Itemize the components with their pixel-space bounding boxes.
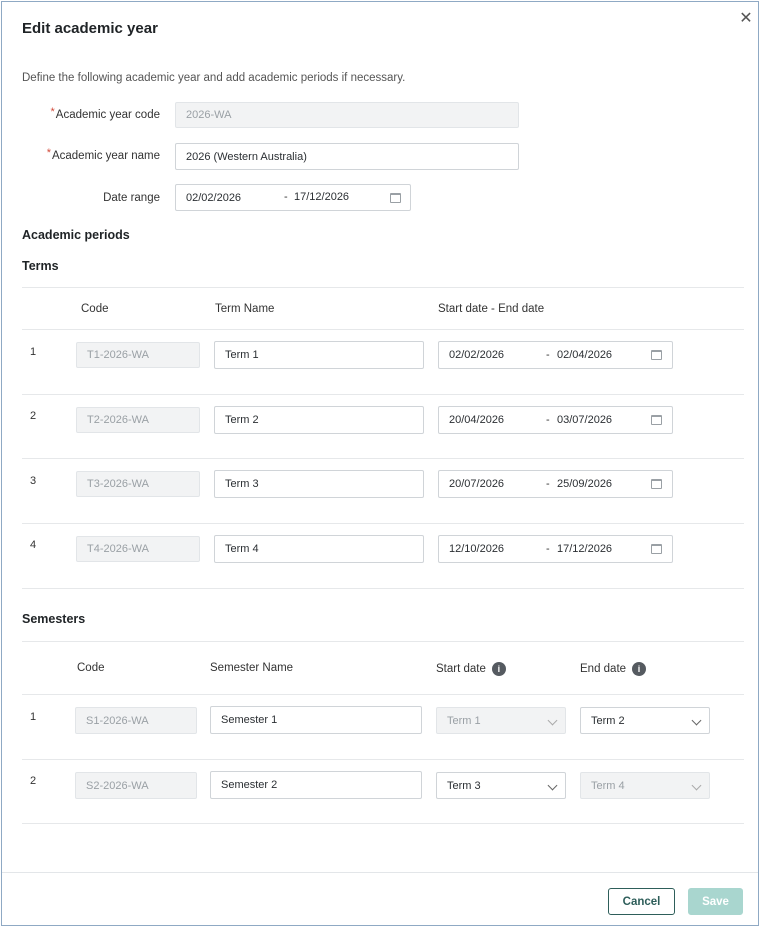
- cancel-button[interactable]: Cancel: [608, 888, 675, 915]
- divider: [22, 523, 744, 524]
- footer-divider: [2, 872, 758, 873]
- term-date-range-picker[interactable]: 02/02/2026: [438, 341, 673, 369]
- date-range-start: 02/02/2026: [186, 191, 242, 204]
- term-row-number: 3: [30, 475, 37, 487]
- academic-year-code-label: *Academic year code: [50, 106, 160, 121]
- calendar-icon: [651, 350, 662, 360]
- terms-heading: Terms: [22, 259, 59, 273]
- term-name-field[interactable]: Term 2: [214, 406, 424, 434]
- date-separator: -: [546, 349, 550, 361]
- terms-col-name: Term Name: [215, 303, 275, 315]
- term-code-field: T4-2026-WA: [76, 536, 200, 562]
- semester-start-select: Term 1: [436, 707, 566, 734]
- divider: [22, 641, 744, 642]
- terms-col-code: Code: [81, 303, 109, 315]
- academic-year-name-field[interactable]: 2026 (Western Australia): [175, 143, 519, 170]
- divider: [22, 823, 744, 824]
- required-mark: *: [46, 147, 51, 159]
- term-end-date: 25/09/2026: [557, 478, 613, 490]
- term-end-date: 03/07/2026: [557, 414, 613, 426]
- divider: [22, 458, 744, 459]
- term-code-field: T2-2026-WA: [76, 407, 200, 433]
- date-separator: -: [546, 414, 550, 426]
- term-start-date: 20/07/2026: [449, 478, 505, 490]
- chevron-down-icon: [691, 780, 702, 791]
- semesters-col-end: End date i: [580, 662, 647, 676]
- term-row-number: 2: [30, 410, 37, 422]
- date-range-separator: -: [284, 191, 288, 203]
- divider: [22, 329, 744, 330]
- academic-year-code-field: 2026-WA: [175, 102, 519, 128]
- term-date-range-picker[interactable]: 12/10/2026: [438, 535, 673, 563]
- dialog-title: Edit academic year: [22, 20, 158, 37]
- info-icon[interactable]: i: [491, 662, 506, 676]
- term-start-date: 02/02/2026: [449, 349, 505, 361]
- term-code-field: T1-2026-WA: [76, 342, 200, 368]
- calendar-icon: [651, 415, 662, 425]
- semester-end-select[interactable]: Term 2: [580, 707, 710, 734]
- semesters-col-start: Start date i: [436, 662, 506, 676]
- date-range-end: 17/12/2026: [294, 191, 350, 203]
- term-end-date: 17/12/2026: [557, 543, 613, 555]
- semester-code-field: S1-2026-WA: [75, 707, 197, 734]
- calendar-icon: [651, 544, 662, 554]
- date-separator: -: [546, 543, 550, 555]
- required-mark: *: [50, 106, 55, 118]
- semester-row-number: 1: [30, 711, 37, 723]
- term-row-number: 1: [30, 346, 37, 358]
- semester-start-select[interactable]: Term 3: [436, 772, 566, 799]
- term-start-date: 20/04/2026: [449, 414, 505, 426]
- dialog-description: Define the following academic year and a…: [22, 72, 406, 84]
- chevron-down-icon: [547, 780, 558, 791]
- semester-name-field[interactable]: Semester 1: [210, 706, 422, 734]
- chevron-down-icon: [547, 715, 558, 726]
- chevron-down-icon: [691, 715, 702, 726]
- divider: [22, 759, 744, 760]
- term-row-number: 4: [30, 539, 37, 551]
- divider: [22, 694, 744, 695]
- term-start-date: 12/10/2026: [449, 543, 505, 555]
- semesters-col-code: Code: [77, 662, 105, 674]
- academic-year-name-label: *Academic year name: [46, 147, 160, 162]
- semesters-heading: Semesters: [22, 612, 86, 626]
- term-code-field: T3-2026-WA: [76, 471, 200, 497]
- term-name-field[interactable]: Term 1: [214, 341, 424, 369]
- semester-name-field[interactable]: Semester 2: [210, 771, 422, 799]
- terms-col-dates: Start date - End date: [438, 303, 545, 315]
- save-button[interactable]: Save: [688, 888, 743, 915]
- date-separator: -: [546, 478, 550, 490]
- calendar-icon: [651, 479, 662, 489]
- semester-end-select: Term 4: [580, 772, 710, 799]
- divider: [22, 287, 744, 288]
- date-range-picker[interactable]: 02/02/2026: [175, 184, 411, 211]
- date-range-label: Date range: [103, 192, 160, 204]
- calendar-icon: [390, 193, 401, 203]
- divider: [22, 394, 744, 395]
- term-end-date: 02/04/2026: [557, 349, 613, 361]
- term-date-range-picker[interactable]: 20/04/2026: [438, 406, 673, 434]
- semester-row-number: 2: [30, 775, 37, 787]
- term-name-field[interactable]: Term 4: [214, 535, 424, 563]
- academic-periods-heading: Academic periods: [22, 228, 130, 242]
- term-date-range-picker[interactable]: 20/07/2026: [438, 470, 673, 498]
- info-icon[interactable]: i: [632, 662, 647, 676]
- close-icon[interactable]: ✕: [737, 10, 755, 28]
- semesters-col-name: Semester Name: [210, 662, 294, 674]
- divider: [22, 588, 744, 589]
- term-name-field[interactable]: Term 3: [214, 470, 424, 498]
- semester-code-field: S2-2026-WA: [75, 772, 197, 799]
